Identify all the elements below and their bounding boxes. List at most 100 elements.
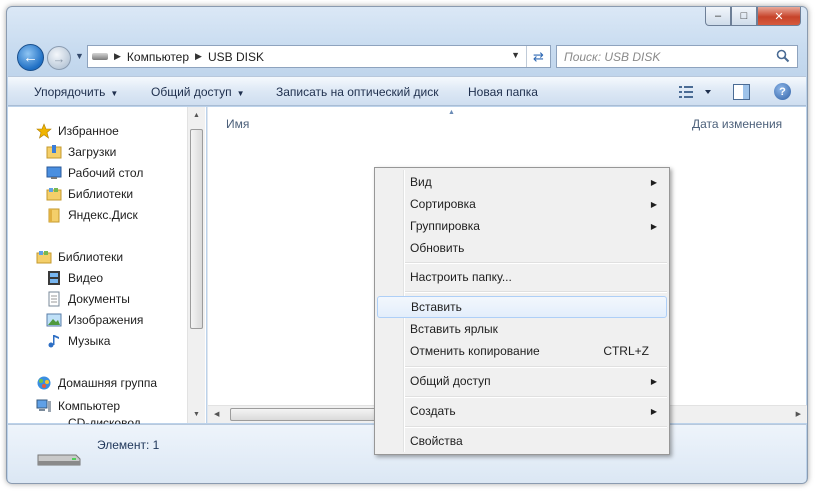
burn-disc-button[interactable]: Записать на оптический диск <box>276 85 439 99</box>
new-folder-label: Новая папка <box>468 85 538 99</box>
help-icon[interactable]: ? <box>774 83 791 100</box>
nav-item-label: Видео <box>68 271 104 285</box>
column-header-date[interactable]: Дата изменения <box>692 117 782 131</box>
menu-item-undo-copy[interactable]: Отменить копирование CTRL+Z <box>377 340 667 362</box>
menu-item-group[interactable]: Группировка ▶ <box>377 215 667 237</box>
forward-button[interactable]: → <box>47 46 71 70</box>
menu-item-paste-shortcut[interactable]: Вставить ярлык <box>377 318 667 340</box>
submenu-arrow-icon: ▶ <box>650 406 657 416</box>
scroll-right-icon[interactable]: ▶ <box>796 410 801 418</box>
menu-item-view[interactable]: Вид ▶ <box>377 171 667 193</box>
caption-buttons: – □ ✕ <box>705 7 801 26</box>
menu-separator <box>405 366 667 368</box>
close-button[interactable]: ✕ <box>757 7 801 26</box>
star-icon <box>36 123 52 139</box>
nav-item-cd-drive[interactable]: CD-дисковод <box>46 416 141 424</box>
chevron-down-icon: ▼ <box>236 89 245 98</box>
desktop-icon <box>46 165 62 181</box>
scroll-left-icon[interactable]: ◀ <box>214 410 219 418</box>
maximize-button[interactable]: □ <box>731 7 757 26</box>
nav-item-yandex-disk[interactable]: Яндекс.Диск <box>46 205 138 225</box>
column-header-name[interactable]: Имя <box>226 117 249 131</box>
chevron-right-icon[interactable]: ▶ <box>114 51 121 62</box>
nav-item-downloads[interactable]: Загрузки <box>46 142 116 162</box>
menu-item-label: Вставить ярлык <box>410 322 498 336</box>
menu-item-customize-folder[interactable]: Настроить папку... <box>377 266 667 288</box>
nav-computer[interactable]: Компьютер <box>36 396 120 416</box>
view-options-button[interactable] <box>679 85 713 102</box>
new-folder-button[interactable]: Новая папка <box>468 85 538 99</box>
address-dropdown-icon[interactable]: ▼ <box>511 50 520 60</box>
nav-item-desktop[interactable]: Рабочий стол <box>46 163 143 183</box>
nav-homegroup[interactable]: Домашняя группа <box>36 373 157 393</box>
search-box[interactable] <box>556 45 798 68</box>
navigation-pane: Избранное Загрузки Рабочий стол Библиоте… <box>8 107 206 424</box>
minimize-icon: – <box>714 10 722 22</box>
preview-pane-icon <box>733 84 750 100</box>
nav-pane-scrollbar[interactable]: ▲ ▼ <box>187 107 205 423</box>
item-count-text: Элемент: 1 <box>97 438 160 452</box>
chevron-right-icon[interactable]: ▶ <box>195 51 202 62</box>
usb-drive-icon <box>37 454 81 466</box>
scroll-up-icon[interactable]: ▲ <box>193 112 200 119</box>
menu-item-label: Обновить <box>410 241 465 255</box>
nav-computer-label: Компьютер <box>58 399 121 413</box>
burn-disc-label: Записать на оптический диск <box>276 85 439 99</box>
recent-pages-dropdown[interactable]: ▼ <box>75 51 84 61</box>
command-bar: Упорядочить ▼ Общий доступ ▼ Записать на о… <box>8 76 806 106</box>
nav-item-video[interactable]: Видео <box>46 268 103 288</box>
refresh-icon: ⇄ <box>533 48 544 64</box>
refresh-button[interactable]: ⇄ <box>526 46 550 67</box>
address-bar[interactable]: ▶ Компьютер ▶ USB DISK ▼ ⇄ <box>87 45 551 68</box>
menu-item-properties[interactable]: Свойства <box>377 430 667 452</box>
menu-item-sort[interactable]: Сортировка ▶ <box>377 193 667 215</box>
menu-item-refresh[interactable]: Обновить <box>377 237 667 259</box>
submenu-arrow-icon: ▶ <box>650 177 657 187</box>
menu-item-new[interactable]: Создать ▶ <box>377 400 667 422</box>
share-label: Общий доступ <box>151 85 232 99</box>
maximize-icon: □ <box>740 10 748 22</box>
nav-item-label: Музыка <box>68 334 111 348</box>
menu-item-label: Свойства <box>410 434 463 448</box>
preview-pane-button[interactable] <box>733 84 750 103</box>
search-input[interactable] <box>564 49 764 64</box>
nav-item-documents[interactable]: Документы <box>46 289 130 309</box>
menu-item-paste[interactable]: Вставить <box>377 296 667 318</box>
menu-separator <box>405 291 667 293</box>
context-menu: Вид ▶ Сортировка ▶ Группировка ▶ Обновит… <box>374 167 670 455</box>
back-button[interactable]: ← <box>17 44 44 71</box>
menu-item-label: Сортировка <box>410 197 476 211</box>
menu-separator <box>405 396 667 398</box>
breadcrumb-usb-disk[interactable]: USB DISK <box>208 50 264 64</box>
drive-icon <box>92 53 108 60</box>
submenu-arrow-icon: ▶ <box>650 376 657 386</box>
video-icon <box>46 270 62 286</box>
libraries-icon <box>36 249 52 265</box>
nav-item-music[interactable]: Музыка <box>46 331 110 351</box>
nav-favorites[interactable]: Избранное <box>36 121 119 141</box>
libraries-icon <box>46 186 62 202</box>
nav-item-label: Загрузки <box>68 145 117 159</box>
minimize-button[interactable]: – <box>705 7 731 26</box>
music-icon <box>46 333 62 349</box>
documents-icon <box>46 291 62 307</box>
homegroup-icon <box>36 375 52 391</box>
menu-item-share[interactable]: Общий доступ ▶ <box>377 370 667 392</box>
nav-libraries[interactable]: Библиотеки <box>36 247 123 267</box>
menu-separator <box>405 426 667 428</box>
menu-item-label: Отменить копирование <box>410 344 540 358</box>
menu-item-label: Общий доступ <box>410 374 491 388</box>
nav-item-label: Яндекс.Диск <box>68 208 138 222</box>
scroll-down-icon[interactable]: ▼ <box>193 411 200 418</box>
forward-arrow-icon: → <box>52 50 66 66</box>
hscroll-thumb[interactable] <box>230 408 378 421</box>
close-icon: ✕ <box>774 10 784 23</box>
nav-item-libraries-fav[interactable]: Библиотеки <box>46 184 133 204</box>
nav-item-pictures[interactable]: Изображения <box>46 310 143 330</box>
organize-button[interactable]: Упорядочить ▼ <box>34 85 118 99</box>
scroll-thumb[interactable] <box>190 129 203 329</box>
share-button[interactable]: Общий доступ ▼ <box>151 85 245 99</box>
breadcrumb-computer[interactable]: Компьютер <box>127 50 189 64</box>
organize-label: Упорядочить <box>34 85 106 99</box>
yandex-disk-folder-icon <box>46 207 62 223</box>
